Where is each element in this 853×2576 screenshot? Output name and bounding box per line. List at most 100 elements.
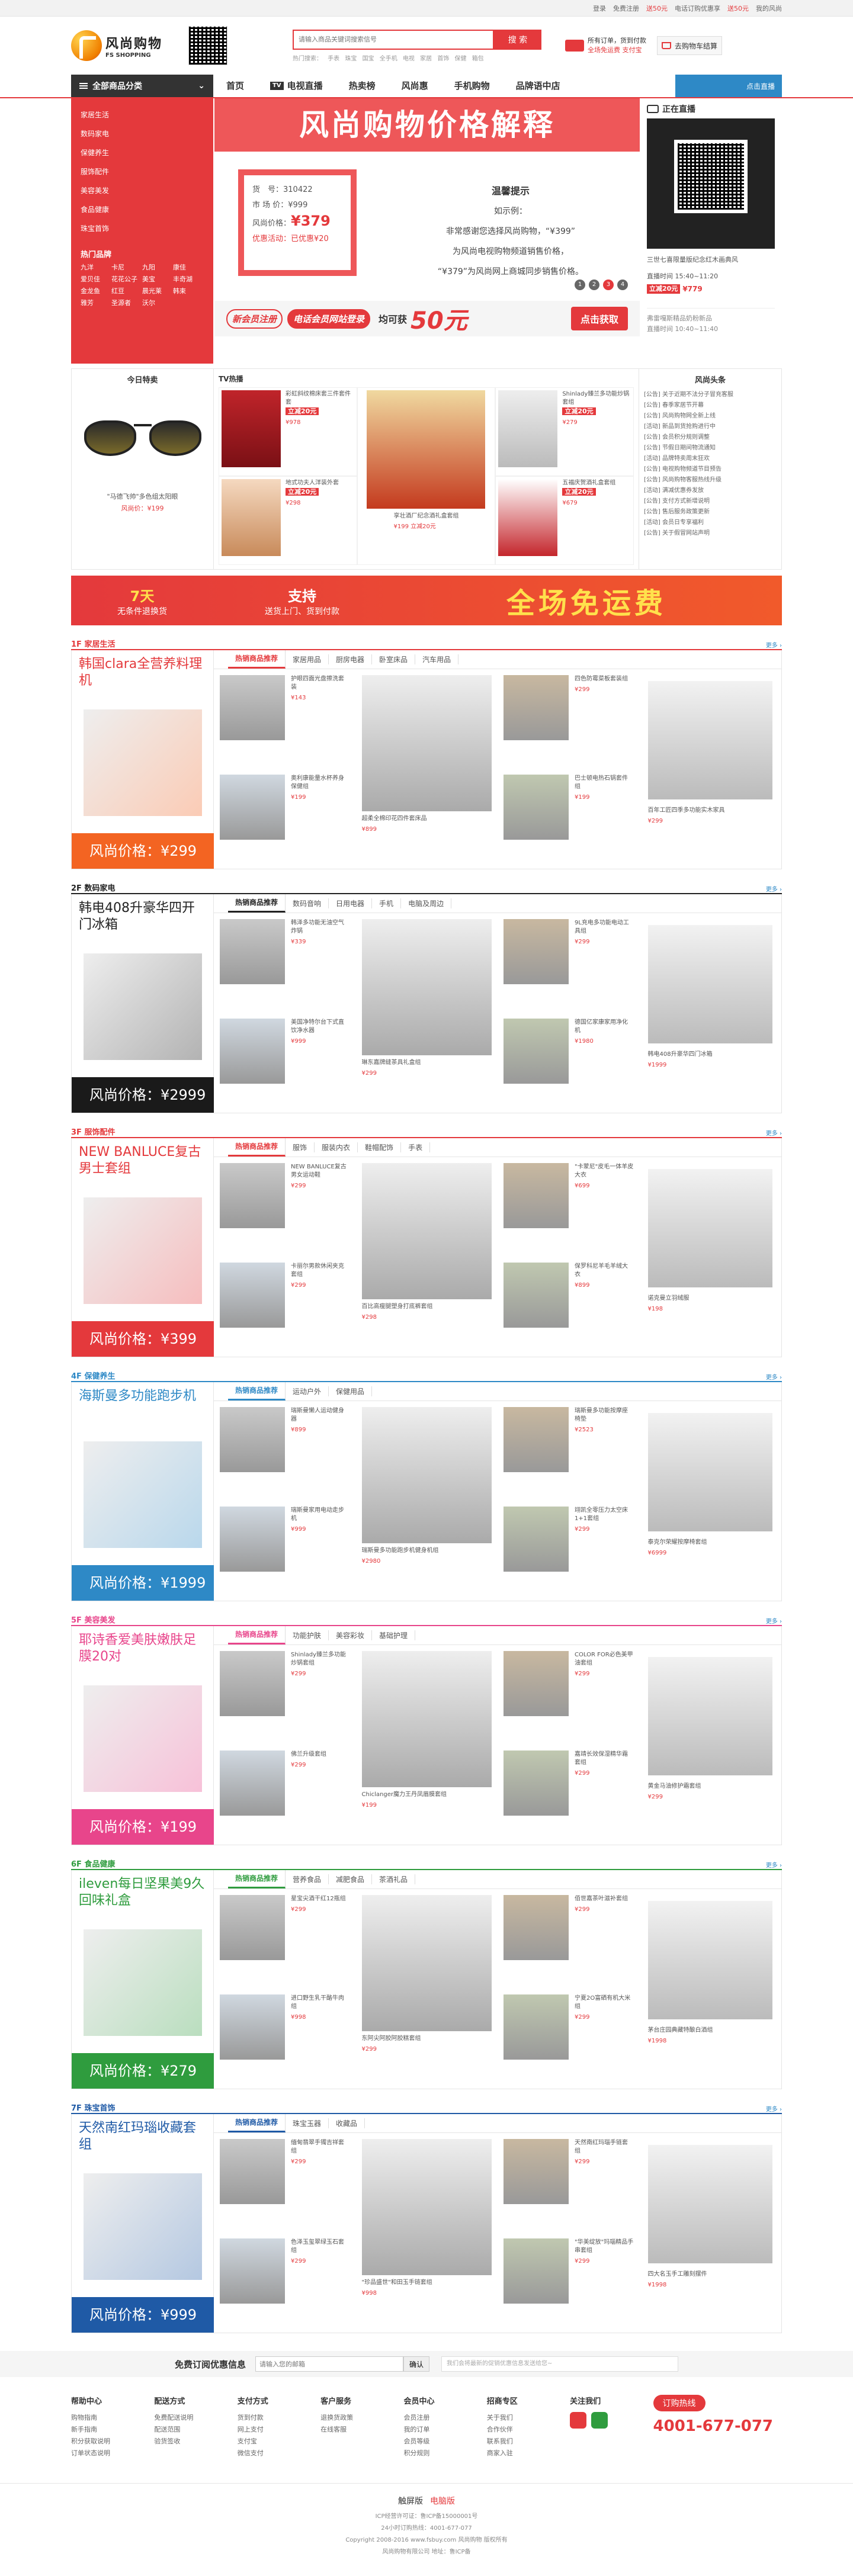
- brand-link[interactable]: 雅芳: [81, 297, 111, 309]
- floor-tab[interactable]: 营养食品: [286, 1874, 329, 1884]
- product-card[interactable]: 奥利康能量水杯养身保健组 ¥199: [214, 769, 356, 868]
- live-next[interactable]: 弗雷嘎斯精品奶粉新品 直播时间 10:40~11:40: [647, 308, 775, 335]
- floor-tab[interactable]: 热销商品推荐: [228, 2114, 286, 2132]
- logo[interactable]: 风尚购物 FS SHOPPING: [71, 30, 184, 61]
- sidebar-item-health[interactable]: 保健养生: [81, 143, 204, 162]
- footer-link[interactable]: 商家入驻: [487, 2447, 570, 2459]
- floor-tab[interactable]: 热销商品推荐: [228, 1382, 286, 1401]
- product-card[interactable]: 茅台庄园典藏特酿白酒组 ¥1998: [640, 1889, 782, 2088]
- news-item[interactable]: [公告] 关于近期不法分子冒充客服: [644, 390, 777, 400]
- hot-word[interactable]: 电视: [403, 56, 415, 62]
- product-card[interactable]: 超柔全棉印花四件套床品 ¥899: [356, 669, 498, 868]
- floor-tab[interactable]: 鞋帽配饰: [358, 1142, 402, 1152]
- footer-link[interactable]: 在线客服: [320, 2424, 403, 2436]
- brand-link[interactable]: 美宝: [142, 274, 173, 285]
- product-card[interactable]: 琳东嘉牌缝茶具礼盒组 ¥299: [356, 913, 498, 1112]
- my-account-link[interactable]: 我的风尚: [756, 4, 782, 13]
- footer-link[interactable]: 积分获取说明: [71, 2436, 154, 2447]
- product-card[interactable]: 地式功夫人洋装外套 立减20元 ¥298: [219, 476, 357, 565]
- product-card[interactable]: 瑞斯曼家用电动走步机 ¥999: [214, 1501, 356, 1600]
- product-card[interactable]: 彩虹斜纹棉床套三件套件套 立减20元 ¥978: [219, 387, 357, 476]
- cart-button[interactable]: 去购物车结算: [657, 36, 722, 55]
- product-card[interactable]: 瑞斯曼多功能按摩座椅垫 ¥2523: [498, 1401, 640, 1501]
- floor-tab[interactable]: 服装内衣: [315, 1142, 358, 1152]
- floor-tab[interactable]: 热销商品推荐: [228, 1626, 286, 1644]
- footer-link[interactable]: 新手指南: [71, 2424, 154, 2436]
- product-card[interactable]: 诺克曼立羽绒服 ¥198: [640, 1157, 782, 1356]
- product-card[interactable]: 泰克尔荣耀按摩椅套组 ¥6999: [640, 1401, 782, 1600]
- floor-tab[interactable]: 汽车用品: [415, 654, 459, 664]
- footer-link[interactable]: 购物指南: [71, 2412, 154, 2424]
- news-item[interactable]: [公告] 节假日期间物流通知: [644, 443, 777, 454]
- footer-link[interactable]: 免费配送说明: [154, 2412, 237, 2424]
- footer-link[interactable]: 合作伙伴: [487, 2424, 570, 2436]
- floor-feature[interactable]: NEW BANLUCE复古男士套组 风尚价格：¥399: [72, 1138, 214, 1357]
- brand-link[interactable]: 丰奇湖: [173, 274, 204, 285]
- carousel-dot[interactable]: 4: [617, 280, 628, 290]
- floor-tab[interactable]: 基础护理: [372, 1630, 416, 1640]
- hot-word[interactable]: 珠宝: [345, 56, 357, 62]
- nav-mobile[interactable]: 手机购物: [441, 75, 503, 97]
- news-item[interactable]: [公告] 支付方式新增说明: [644, 496, 777, 507]
- live-video[interactable]: [647, 118, 775, 249]
- news-item[interactable]: [活动] 品牌特卖周末狂欢: [644, 454, 777, 464]
- live-tab[interactable]: 点击直播: [675, 75, 782, 97]
- floor-tab[interactable]: 功能护肤: [286, 1630, 329, 1640]
- sidebar-item-fashion[interactable]: 服饰配件: [81, 162, 204, 181]
- floor-tab[interactable]: 热销商品推荐: [228, 650, 286, 669]
- product-card[interactable]: 享壮酒厂纪念酒礼盒套组 ¥199 立减20元: [357, 387, 496, 565]
- nav-tv-live[interactable]: TV 电视直播: [257, 75, 336, 97]
- floor-tab[interactable]: 厨房电器: [329, 654, 373, 664]
- product-card[interactable]: 宁夏2O富硒有机大米组 ¥299: [498, 1989, 640, 2088]
- floor-feature[interactable]: 韩电408升豪华四开门冰箱 风尚价格：¥2999: [72, 894, 214, 1113]
- floor-tab[interactable]: 美容彩妆: [329, 1630, 373, 1640]
- product-card[interactable]: 百年工匠四季多功能实木家具 ¥299: [640, 669, 782, 868]
- product-card[interactable]: 黄金马油修护霜套组 ¥299: [640, 1645, 782, 1844]
- sidebar-item-home[interactable]: 家居生活: [81, 105, 204, 124]
- nav-deals[interactable]: 风尚惠: [389, 75, 441, 97]
- brand-link[interactable]: 韩束: [173, 285, 204, 297]
- hot-word[interactable]: 全手机: [380, 56, 397, 62]
- footer-link[interactable]: 货到付款: [238, 2412, 320, 2424]
- footer-link[interactable]: 退换货政策: [320, 2412, 403, 2424]
- brand-link[interactable]: 九洋: [81, 262, 111, 274]
- news-item[interactable]: [公告] 风尚购物客服热线升级: [644, 475, 777, 486]
- floor-tab[interactable]: 珠宝玉器: [286, 2118, 329, 2128]
- brand-link[interactable]: 晨光莱: [142, 285, 173, 297]
- product-card[interactable]: 德国亿家康家用净化机 ¥1980: [498, 1013, 640, 1112]
- product-card[interactable]: Shinlady臻兰多功能炒锅套组 ¥299: [214, 1645, 356, 1745]
- product-card[interactable]: "卡蒙尼"皮毛一体羊皮大衣 ¥699: [498, 1157, 640, 1257]
- floor-feature[interactable]: 海斯曼多功能跑步机 风尚价格：¥1999: [72, 1382, 214, 1601]
- product-card[interactable]: 保罗科尼羊毛羊绒大衣 ¥899: [498, 1257, 640, 1356]
- today-deal[interactable]: 今日特卖 "马德飞帅"多色组太阳眼 风尚价：¥199: [72, 369, 214, 569]
- promo-strip[interactable]: 7天 无条件退换货 支持 送货上门、货到付款 全场免运费: [0, 576, 853, 625]
- hot-word[interactable]: 保健: [455, 56, 467, 62]
- hotline-button[interactable]: 订购热线: [653, 2395, 706, 2411]
- mobile-version-link[interactable]: 触屏版: [398, 2497, 423, 2506]
- floor-feature[interactable]: ileven每日坚果美9久回味礼盒 风尚价格：¥279: [72, 1870, 214, 2089]
- floor-tab[interactable]: 数码音响: [286, 898, 329, 908]
- sidebar-item-beauty[interactable]: 美容美发: [81, 181, 204, 200]
- brand-link[interactable]: 康佳: [173, 262, 204, 274]
- carousel-dot[interactable]: 1: [575, 280, 585, 290]
- sidebar-item-food[interactable]: 食品健康: [81, 200, 204, 219]
- floor-tab[interactable]: 手机: [372, 898, 402, 908]
- product-card[interactable]: 色泽玉玺翠绿玉石套组 ¥299: [214, 2233, 356, 2332]
- footer-link[interactable]: 微信支付: [238, 2447, 320, 2459]
- footer-link[interactable]: 会员等级: [403, 2436, 486, 2447]
- sidebar-item-digital[interactable]: 数码家电: [81, 124, 204, 143]
- product-card[interactable]: Chiclanger魔力王丹凤眉膜套组 ¥199: [356, 1645, 498, 1844]
- news-item[interactable]: [公告] 售后服务政策更新: [644, 507, 777, 518]
- search-button[interactable]: 搜 索: [494, 29, 541, 50]
- floor-feature[interactable]: 天然南红玛瑙收藏套组 风尚价格：¥999: [72, 2114, 214, 2333]
- nav-brands[interactable]: 品牌语中店: [503, 75, 573, 97]
- floor-tab[interactable]: 家居用品: [286, 654, 329, 664]
- product-card[interactable]: 星宝尖酒干红12瓶组 ¥299: [214, 1889, 356, 1989]
- floor-feature[interactable]: 韩国clara全营养料理机 风尚价格：¥299: [72, 650, 214, 869]
- floor-tab[interactable]: 卧室床品: [372, 654, 416, 664]
- more-link[interactable]: 更多 ›: [766, 1616, 782, 1625]
- product-card[interactable]: 9L充电多功能电动工具组 ¥299: [498, 913, 640, 1013]
- wechat-icon[interactable]: [591, 2412, 608, 2429]
- floor-tab[interactable]: 减肥食品: [329, 1874, 373, 1884]
- more-link[interactable]: 更多 ›: [766, 640, 782, 649]
